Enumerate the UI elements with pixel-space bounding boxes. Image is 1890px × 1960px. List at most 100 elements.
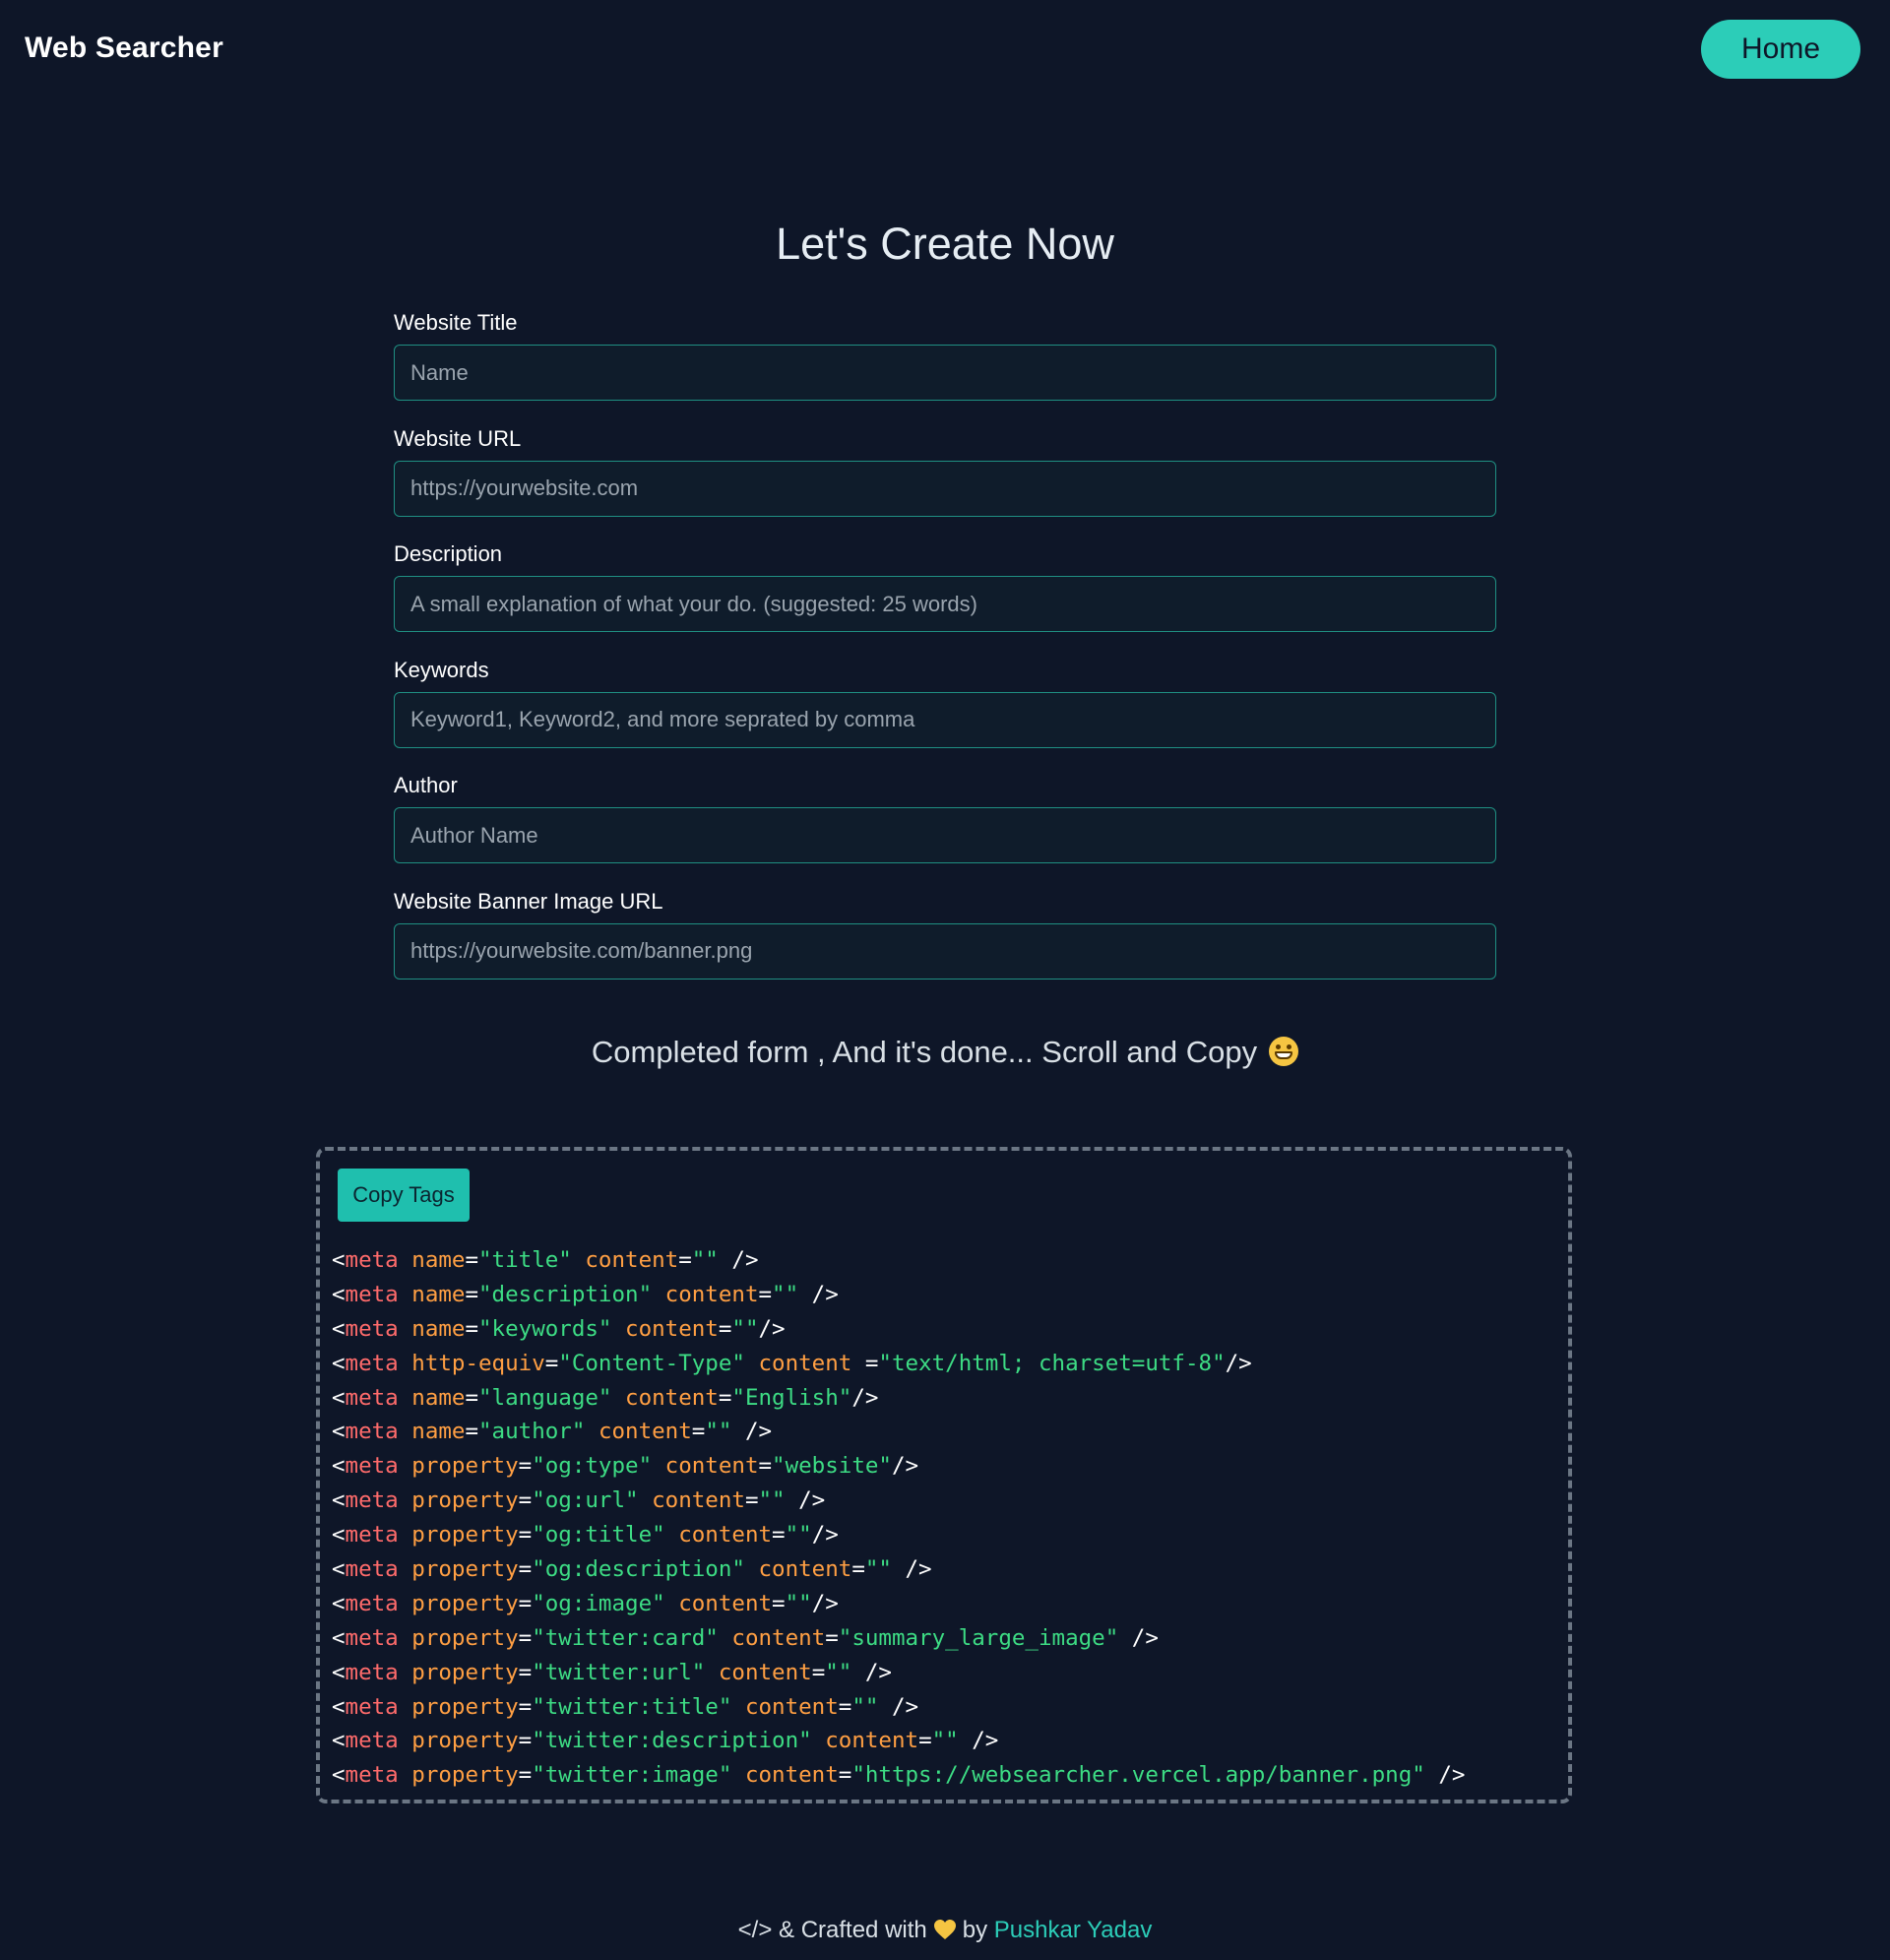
code-token-sp [399, 1487, 412, 1513]
code-token-punc: /> [878, 1693, 919, 1720]
generated-tags-box: Copy Tags <meta name="title" content="" … [316, 1147, 1572, 1803]
code-token-punc: < [332, 1590, 346, 1616]
code-token-tag: meta [345, 1624, 399, 1651]
code-token-punc: < [332, 1350, 346, 1376]
code-token-str: "" [931, 1728, 959, 1754]
code-token-attr: content [664, 1453, 759, 1480]
code-line: <meta name="keywords" content=""/> [332, 1312, 1465, 1347]
keywords-input[interactable] [394, 691, 1496, 748]
code-token-sp [611, 1316, 625, 1342]
website-title-input[interactable] [394, 345, 1496, 401]
code-token-attr: property [411, 1693, 519, 1720]
code-token-attr: content [664, 1281, 759, 1307]
code-token-punc: < [332, 1384, 346, 1411]
code-token-sp [399, 1385, 412, 1411]
code-token-attr: name [411, 1315, 466, 1342]
code-token-str: "" [691, 1247, 719, 1273]
code-token-punc: /> [1225, 1350, 1252, 1376]
code-token-punc: /> [811, 1590, 839, 1616]
code-token-sp [652, 1453, 665, 1479]
code-token-tag: meta [345, 1590, 399, 1616]
field-label: Website Title [394, 310, 518, 335]
code-token-attr: name [411, 1384, 466, 1411]
code-line: <meta http-equiv="Content-Type" content … [332, 1347, 1465, 1381]
code-token-punc: < [332, 1762, 346, 1789]
code-line: <meta property="twitter:image" content="… [332, 1758, 1465, 1793]
code-token-punc: = [758, 1281, 773, 1307]
code-token-tag: meta [345, 1693, 399, 1720]
code-token-sp [705, 1660, 719, 1685]
code-token-tag: meta [345, 1350, 399, 1376]
code-token-sp [585, 1419, 598, 1444]
code-block[interactable]: <meta name="title" content="" /> <meta na… [332, 1243, 1465, 1793]
footer: </> & Crafted with by Pushkar Yadav [0, 1917, 1890, 1944]
code-token-punc: = [465, 1419, 479, 1445]
code-token-punc: = [718, 1315, 732, 1342]
code-token-punc: = [772, 1590, 786, 1616]
author-input[interactable] [394, 807, 1496, 863]
code-token-punc: = [465, 1247, 479, 1273]
code-token-str: "Content-Type" [558, 1350, 745, 1376]
code-token-sp [812, 1728, 826, 1753]
author-link[interactable]: Pushkar Yadav [994, 1917, 1153, 1943]
code-token-tag: meta [345, 1487, 399, 1514]
code-token-punc: = [518, 1556, 533, 1583]
code-token-punc: /> [758, 1315, 786, 1342]
code-token-punc: = [518, 1453, 533, 1480]
code-token-tag: meta [345, 1419, 399, 1445]
code-token-attr: property [411, 1659, 519, 1685]
code-token-attr: content [718, 1659, 812, 1685]
code-token-sp [745, 1556, 759, 1582]
yellow-heart-icon [933, 1920, 956, 1939]
code-token-str: "" [825, 1659, 852, 1685]
code-token-punc: = [465, 1384, 479, 1411]
website-url-input[interactable] [394, 460, 1496, 517]
code-token-sp [399, 1522, 412, 1548]
code-token-attr: content [678, 1522, 773, 1549]
code-token-str: "language" [478, 1384, 612, 1411]
page-title: Let's Create Now [776, 219, 1114, 269]
code-token-punc: < [332, 1315, 346, 1342]
code-token-punc: = [744, 1487, 759, 1514]
code-token-str: "og:image" [532, 1590, 665, 1616]
home-button[interactable]: Home [1701, 20, 1860, 79]
code-token-tag: meta [345, 1453, 399, 1480]
completed-message-text: Completed form , And it's done... Scroll… [591, 1035, 1258, 1069]
code-token-attr: property [411, 1453, 519, 1480]
code-token-attr: content [758, 1350, 852, 1376]
code-line: <meta property="og:type" content="websit… [332, 1449, 1465, 1484]
code-token-punc: /> [851, 1384, 879, 1411]
code-token-tag: meta [345, 1556, 399, 1583]
code-token-tag: meta [345, 1659, 399, 1685]
banner-image-url-input[interactable] [394, 922, 1496, 980]
code-token-str: "twitter:url" [532, 1659, 706, 1685]
code-token-punc: /> [891, 1453, 919, 1480]
code-token-sp [399, 1556, 412, 1582]
code-token-str: "og:url" [532, 1487, 639, 1514]
code-token-str: "keywords" [478, 1315, 612, 1342]
code-token-attr: property [411, 1522, 519, 1549]
brand-logo[interactable]: Web Searcher [25, 32, 223, 65]
code-token-punc: = [851, 1556, 865, 1583]
code-token-sp [399, 1591, 412, 1616]
code-token-sp [611, 1385, 625, 1411]
description-input[interactable] [394, 576, 1496, 632]
code-token-attr: content [678, 1590, 773, 1616]
code-token-str: "twitter:card" [532, 1624, 719, 1651]
code-token-str: "summary_large_image" [838, 1624, 1119, 1651]
copy-tags-button[interactable]: Copy Tags [338, 1169, 470, 1222]
code-token-attr: name [411, 1419, 466, 1445]
code-token-attr: property [411, 1624, 519, 1651]
code-token-sp [399, 1728, 412, 1753]
code-line: <meta property="og:url" content="" /> [332, 1484, 1465, 1518]
code-token-attr: property [411, 1590, 519, 1616]
code-token-punc: = [465, 1281, 479, 1307]
field-keywords: Keywords [394, 653, 1496, 769]
code-line: <meta name="title" content="" /> [332, 1243, 1465, 1278]
code-token-attr: name [411, 1247, 466, 1273]
field-label: Website Banner Image URL [394, 888, 663, 914]
code-line: <meta property="twitter:description" con… [332, 1724, 1465, 1758]
field-website-title: Website Title [394, 305, 1496, 421]
code-token-sp [399, 1282, 412, 1307]
code-token-sp [399, 1625, 412, 1651]
